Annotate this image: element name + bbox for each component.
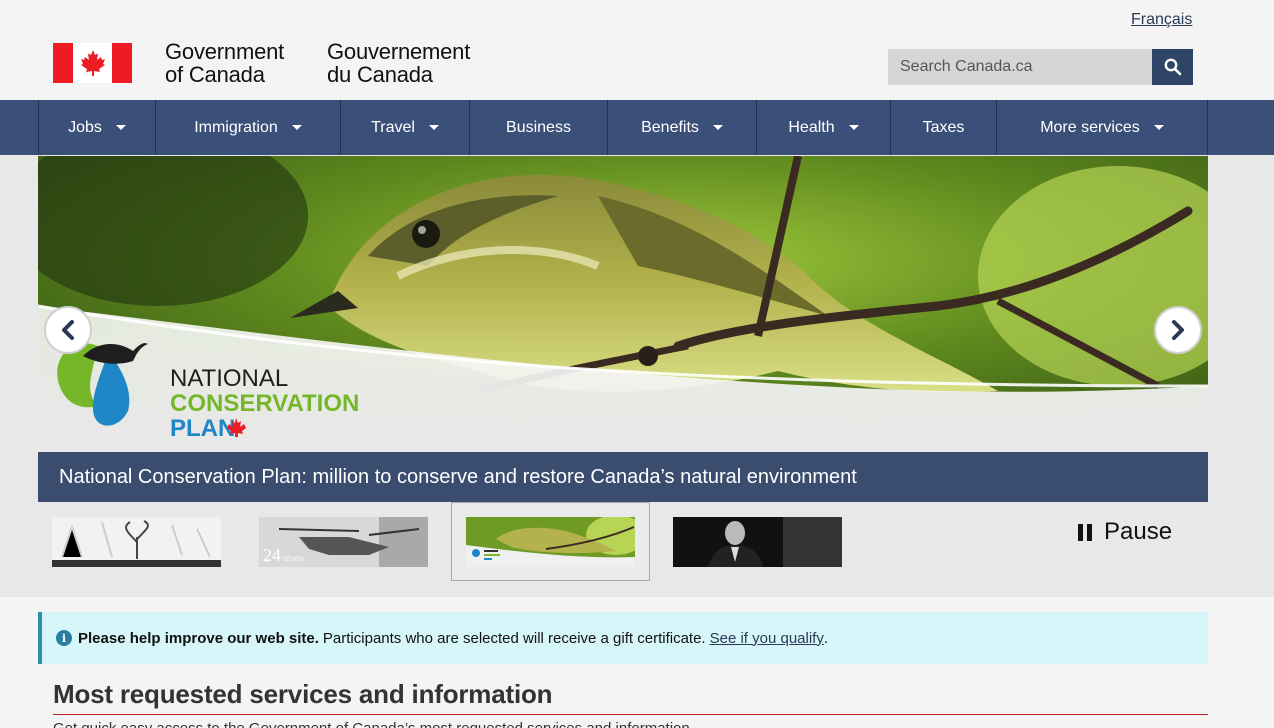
nav-item-immigration[interactable]: Immigration [156,100,341,155]
search-icon [1164,58,1181,76]
maple-leaf-icon [80,50,105,76]
feature-carousel: NATIONAL CONSERVATION PLAN National Cons… [0,155,1274,597]
info-icon: i [56,630,72,646]
nav-item-travel[interactable]: Travel [341,100,470,155]
nav-item-more-services[interactable]: More services [997,100,1208,155]
carousel-thumbnail-1[interactable] [52,517,221,567]
chevron-down-icon [1153,125,1164,130]
carousel-pause-button[interactable]: Pause [1078,517,1172,547]
carousel-thumbnail-2[interactable]: 24 SEVEN [259,517,428,567]
section-heading: Most requested services and information [53,679,553,709]
wordmark-english[interactable]: Government of Canada [165,40,284,86]
chevron-down-icon [848,125,859,130]
nav-item-benefits[interactable]: Benefits [608,100,757,155]
svg-text:SEVEN: SEVEN [283,557,303,563]
chevron-down-icon [712,125,723,130]
survey-alert: i Please help improve our web site. Part… [38,612,1208,664]
logo-text-plan: PLAN [170,415,235,442]
hero-image-bird[interactable]: NATIONAL CONSERVATION PLAN [38,156,1208,453]
chevron-right-icon [1172,320,1184,340]
pause-icon [1078,523,1092,541]
language-toggle-link[interactable]: Français [1131,11,1192,29]
carousel-caption[interactable]: National Conservation Plan: million to c… [38,452,1208,502]
see-if-you-qualify-link[interactable]: See if you qualify [710,630,824,647]
nav-item-jobs[interactable]: Jobs [39,100,156,155]
nav-item-health[interactable]: Health [757,100,891,155]
search-button[interactable] [1152,49,1193,85]
main-menu: Jobs Immigration Travel Business Benefit… [0,100,1274,155]
carousel-next-button[interactable] [1154,306,1202,354]
section-description: Get quick easy access to the Government … [53,720,690,728]
carousel-prev-button[interactable] [44,306,92,354]
chevron-left-icon [62,320,74,340]
chevron-down-icon [428,125,439,130]
site-header: Français Government of Canada Gouverneme… [0,0,1274,100]
nav-item-business[interactable]: Business [470,100,608,155]
chevron-down-icon [291,125,302,130]
chevron-down-icon [115,125,126,130]
logo-text-national: NATIONAL [170,365,288,392]
svg-text:24: 24 [263,545,281,565]
carousel-thumbnail-4[interactable] [673,517,842,567]
canada-flag-logo[interactable] [53,43,132,83]
nav-item-taxes[interactable]: Taxes [891,100,997,155]
logo-text-conservation: CONSERVATION [170,390,359,417]
search-input[interactable] [888,49,1152,85]
wordmark-french[interactable]: Gouvernement du Canada [327,40,470,86]
carousel-thumbnail-3-active[interactable] [451,502,650,581]
heading-rule [53,714,1208,715]
